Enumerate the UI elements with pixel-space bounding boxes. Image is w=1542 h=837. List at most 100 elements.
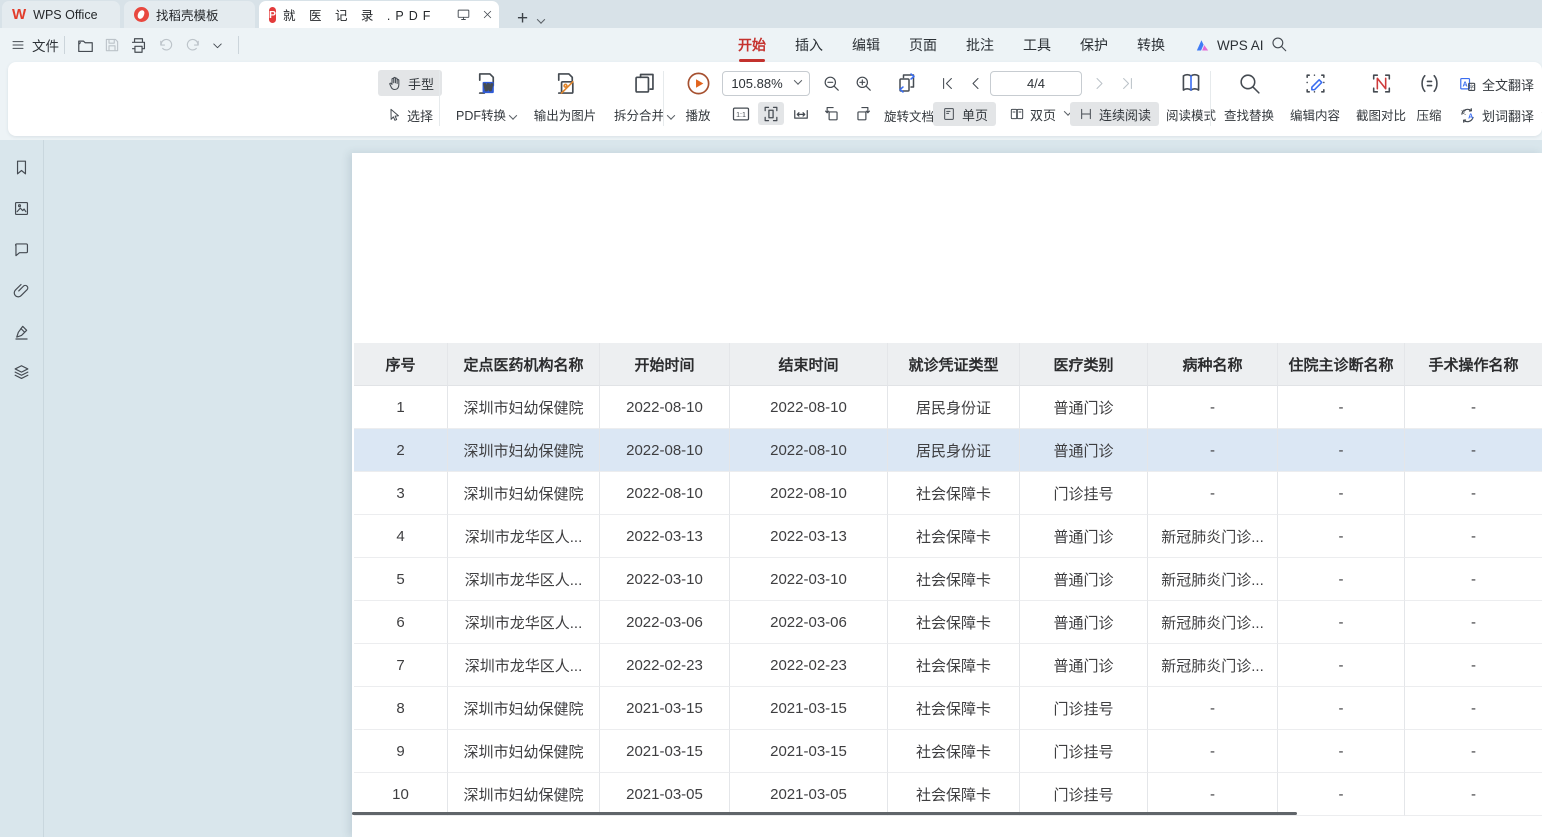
tab-wps-office[interactable]: W WPS Office [2,1,120,28]
actual-size-button[interactable] [728,102,754,125]
save-button[interactable] [103,33,121,57]
horizontal-scrollbar-thumb[interactable] [352,812,1297,815]
present-to-screen-icon[interactable] [456,7,471,22]
rotate-right-button[interactable] [850,102,876,125]
rotate-document-button[interactable] [892,71,922,94]
export-image-button[interactable] [526,70,604,97]
zoom-level-select[interactable]: 105.88% [722,71,810,96]
tab-list-chevron-icon[interactable] [537,15,545,23]
table-row[interactable]: 2 深圳市妇幼保健院 2022-08-10 2022-08-10 居民身份证 普… [354,429,1542,472]
table-cell: 居民身份证 [888,386,1020,429]
next-page-button[interactable] [1088,72,1110,95]
screenshot-compare-label[interactable]: 截图对比 [1350,105,1412,124]
menu-item-page[interactable]: 页面 [909,35,937,55]
table-row[interactable]: 5 深圳市龙华区人... 2022-03-10 2022-03-10 社会保障卡… [354,558,1542,601]
table-cell: 深圳市妇幼保健院 [448,386,600,429]
menu-item-convert[interactable]: 转换 [1137,35,1165,55]
table-cell: - [1278,773,1405,816]
continuous-read-button[interactable]: 连续阅读 [1070,102,1159,126]
rotate-left-button[interactable] [818,102,844,125]
table-row[interactable]: 8 深圳市妇幼保健院 2021-03-15 2021-03-15 社会保障卡 门… [354,687,1542,730]
layers-panel-icon[interactable] [12,363,31,382]
table-cell: 2022-02-23 [730,644,888,687]
fit-page-button[interactable] [758,102,784,125]
split-merge-label[interactable]: 拆分合并 [608,105,680,124]
zoom-out-button[interactable] [818,72,844,95]
tab-docer-templates[interactable]: 找稻壳模板 [124,1,255,28]
table-row[interactable]: 3 深圳市妇幼保健院 2022-08-10 2022-08-10 社会保障卡 门… [354,472,1542,515]
redo-button[interactable] [184,33,202,57]
export-image-label[interactable]: 输出为图片 [526,105,604,124]
save-icon [103,36,121,54]
hand-tool-button[interactable]: 手型 [378,70,442,96]
table-cell: 新冠肺炎门诊... [1148,644,1278,687]
full-translate-button[interactable]: 全文翻译 [1458,73,1534,95]
thumbnails-panel-icon[interactable] [12,199,31,218]
menu-item-insert[interactable]: 插入 [795,35,823,55]
find-replace-label[interactable]: 查找替换 [1218,105,1280,124]
pdf-convert-button[interactable] [450,70,522,97]
pdf-convert-label[interactable]: PDF转换 [450,105,522,124]
table-cell: 6 [354,601,448,644]
select-tool-label: 选择 [407,106,433,125]
table-row[interactable]: 9 深圳市妇幼保健院 2021-03-15 2021-03-15 社会保障卡 门… [354,730,1542,773]
compress-button[interactable] [1408,71,1450,96]
table-cell: - [1278,601,1405,644]
menu-search-button[interactable] [1270,35,1288,53]
table-row[interactable]: 4 深圳市龙华区人... 2022-03-13 2022-03-13 社会保障卡… [354,515,1542,558]
play-icon [685,70,712,97]
menu-item-comment[interactable]: 批注 [966,35,994,55]
first-page-button[interactable] [936,72,958,95]
open-file-button[interactable] [76,33,95,57]
table-row[interactable]: 7 深圳市龙华区人... 2022-02-23 2022-02-23 社会保障卡… [354,644,1542,687]
double-page-icon [1009,106,1025,122]
play-label[interactable]: 播放 [676,105,720,124]
rotate-left-icon [822,104,841,123]
cursor-icon [386,107,402,123]
find-replace-button[interactable] [1218,71,1280,96]
play-button[interactable] [676,70,720,97]
undo-button[interactable] [157,33,175,57]
wps-ai-button[interactable]: WPS AI [1194,28,1264,62]
file-menu-button[interactable]: 文件 [10,33,59,57]
attachments-panel-icon[interactable] [12,281,31,300]
zoom-in-button[interactable] [850,72,876,95]
word-translate-button[interactable]: 划词翻译 [1458,104,1542,126]
previous-page-button[interactable] [964,72,986,95]
compress-label[interactable]: 压缩 [1408,105,1450,124]
edit-content-button[interactable] [1284,71,1346,96]
table-cell: - [1278,687,1405,730]
edit-content-label[interactable]: 编辑内容 [1284,105,1346,124]
double-page-button[interactable]: 双页 [1003,102,1077,126]
screenshot-compare-button[interactable] [1350,71,1412,96]
last-page-button[interactable] [1116,72,1138,95]
single-page-button[interactable]: 单页 [933,102,996,126]
read-mode-button[interactable] [1160,70,1222,96]
read-mode-label[interactable]: 阅读模式 [1160,105,1222,124]
table-cell: 社会保障卡 [888,687,1020,730]
print-button[interactable] [129,33,148,57]
page-number-input[interactable]: 4/4 [990,71,1082,96]
quickbar-more-button[interactable] [210,33,225,57]
table-row[interactable]: 6 深圳市龙华区人... 2022-03-06 2022-03-06 社会保障卡… [354,601,1542,644]
comments-panel-icon[interactable] [12,240,31,259]
new-tab-button[interactable]: + [517,9,528,28]
rotate-document-icon [895,71,919,95]
rotate-document-label[interactable]: 旋转文档 [880,106,938,125]
table-cell: 社会保障卡 [888,730,1020,773]
fit-width-button[interactable] [788,102,814,125]
table-cell: 深圳市龙华区人... [448,515,600,558]
table-row[interactable]: 1 深圳市妇幼保健院 2022-08-10 2022-08-10 居民身份证 普… [354,386,1542,429]
close-tab-icon[interactable] [481,8,494,21]
menu-item-edit[interactable]: 编辑 [852,35,880,55]
previous-page-icon [967,75,984,92]
select-tool-button[interactable]: 选择 [378,102,441,128]
menu-item-home[interactable]: 开始 [738,35,766,55]
menu-item-tools[interactable]: 工具 [1023,35,1051,55]
split-merge-button[interactable] [608,70,680,97]
bookmarks-panel-icon[interactable] [12,158,31,177]
signature-panel-icon[interactable] [12,322,31,341]
tab-medical-record-pdf[interactable]: P 就 医 记 录 .PDF [259,1,499,28]
menu-item-protect[interactable]: 保护 [1080,35,1108,55]
table-row[interactable]: 10 深圳市妇幼保健院 2021-03-05 2021-03-05 社会保障卡 … [354,773,1542,816]
